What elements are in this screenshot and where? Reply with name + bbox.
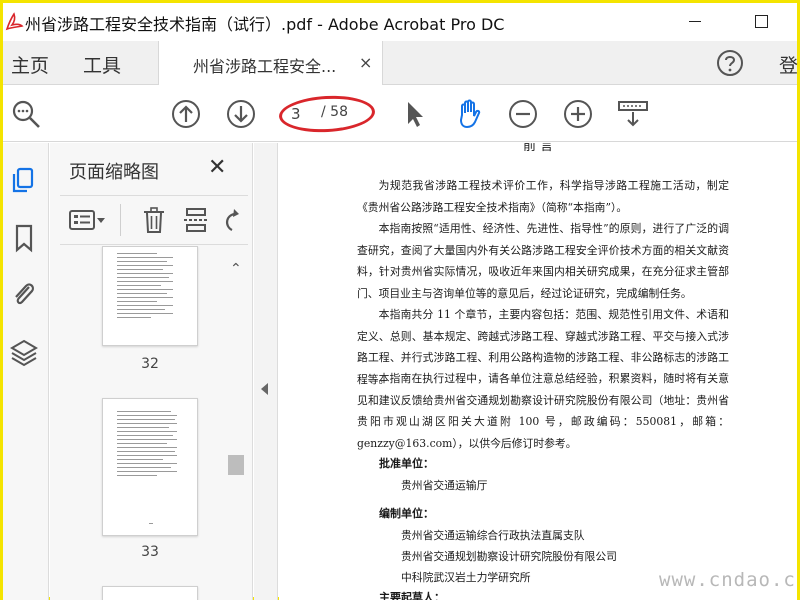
rotate-page-icon[interactable]	[220, 206, 240, 234]
window-title: 州省涉路工程安全技术指南（试行）.pdf - Adobe Acrobat Pro…	[25, 15, 505, 34]
panel-collapse-strip	[254, 143, 278, 600]
tab-home[interactable]: 主页	[11, 51, 49, 78]
collapse-panel-arrow-icon[interactable]	[261, 383, 268, 395]
site-watermark: www.cndao.com	[659, 569, 797, 591]
next-page-icon[interactable]	[224, 97, 258, 131]
main-toolbar: / 58	[3, 86, 797, 142]
approval-org: 贵州省交通运输厅	[401, 479, 488, 492]
editor-label: 编制单位：	[379, 507, 434, 520]
document-tab-label: 州省涉路工程安全...	[193, 57, 337, 76]
approval-label: 批准单位：	[379, 457, 434, 470]
hand-tool-icon[interactable]	[452, 97, 486, 131]
delete-icon[interactable]	[140, 206, 168, 234]
attachment-icon[interactable]	[9, 279, 39, 309]
thumbnail-options-icon[interactable]	[68, 206, 108, 234]
zoom-out-icon[interactable]	[506, 97, 540, 131]
editor-org: 中科院武汉岩土力学研究所	[401, 571, 531, 584]
thumbnail-label: 32	[141, 356, 159, 372]
minimize-button[interactable]	[683, 9, 707, 33]
title-bar: 州省涉路工程安全技术指南（试行）.pdf - Adobe Acrobat Pro…	[3, 3, 797, 41]
scroll-mode-icon[interactable]	[615, 97, 651, 131]
page-thumbnails-icon[interactable]	[9, 165, 39, 195]
editor-org: 贵州省交通规划勘察设计研究院股份有限公司	[401, 550, 617, 563]
section-heading: 前 言	[523, 143, 554, 154]
toolbar-divider	[120, 204, 121, 236]
tab-bar: 主页 工具 州省涉路工程安全... × 登	[3, 41, 798, 85]
navigation-rail	[3, 143, 49, 600]
zoom-in-icon[interactable]	[561, 97, 595, 131]
close-panel-button[interactable]: ✕	[208, 155, 226, 180]
maximize-button[interactable]	[749, 9, 773, 33]
document-page[interactable]: 前 言 为规范我省涉路工程技术评价工作，科学指导涉路工程施工活动，制定《贵州省公…	[279, 143, 797, 600]
select-cursor-icon[interactable]	[397, 97, 431, 131]
editor-org: 贵州省交通运输综合行政执法直属支队	[401, 529, 585, 542]
search-icon[interactable]	[9, 97, 43, 131]
thumbnail-scrollbar-thumb[interactable]	[228, 455, 244, 475]
drafter-label: 主要起草人：	[379, 591, 445, 600]
scroll-up-arrow[interactable]: ⌃	[230, 261, 242, 277]
thumbnail-page-33[interactable]	[102, 398, 198, 536]
thumbnail-list[interactable]: 32 33	[50, 246, 253, 600]
tab-tools[interactable]: 工具	[83, 51, 121, 78]
paragraph: 本指南按照“适用性、经济性、先进性、指导性”的原则，进行了广泛的调查研究，查阅了…	[357, 222, 729, 300]
thumbnail-page-32[interactable]	[102, 246, 198, 346]
thumbnail-toolbar	[60, 195, 248, 245]
thumbnail-panel: 页面缩略图 ✕ 32 33 ⌃	[50, 143, 253, 600]
close-tab-button[interactable]: ×	[359, 53, 372, 72]
acrobat-app-icon	[5, 12, 24, 31]
sign-in-link[interactable]: 登	[779, 51, 798, 78]
help-icon[interactable]	[716, 49, 744, 77]
thumbnail-label: 33	[141, 544, 159, 560]
previous-page-icon[interactable]	[169, 97, 203, 131]
acrobat-window: 州省涉路工程安全技术指南（试行）.pdf - Adobe Acrobat Pro…	[0, 0, 800, 600]
paragraph: 本指南在执行过程中，请各单位注意总结经验，积累资料，随时将有关意见和建议反馈给贵…	[357, 372, 729, 450]
thumbnail-page-34[interactable]	[102, 586, 198, 600]
insert-page-icon[interactable]	[182, 206, 210, 234]
tab-document[interactable]: 州省涉路工程安全... ×	[158, 41, 383, 85]
layers-icon[interactable]	[9, 337, 39, 367]
panel-title: 页面缩略图	[69, 162, 159, 183]
bookmark-icon[interactable]	[9, 223, 39, 253]
paragraph: 为规范我省涉路工程技术评价工作，科学指导涉路工程施工活动，制定《贵州省公路涉路工…	[357, 179, 729, 214]
